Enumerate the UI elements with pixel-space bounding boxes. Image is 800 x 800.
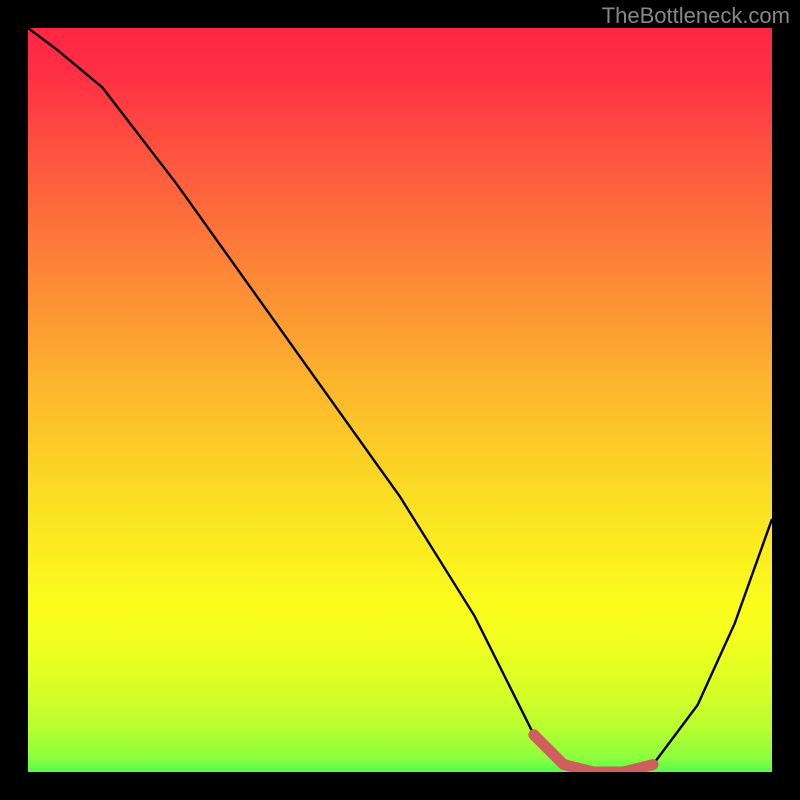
- chart-plot-area: [28, 28, 772, 772]
- watermark-text: TheBottleneck.com: [602, 3, 790, 29]
- bottleneck-line-chart: [28, 28, 772, 772]
- bottleneck-curve-line: [28, 28, 772, 772]
- optimal-region-line: [534, 735, 653, 772]
